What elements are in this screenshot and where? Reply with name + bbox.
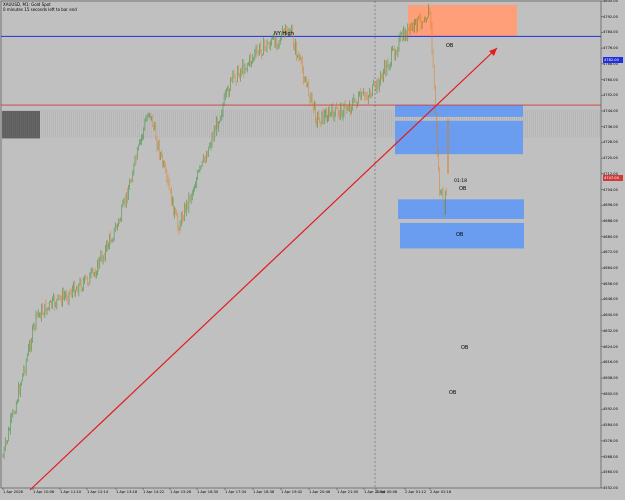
time-tick-label: 1 Apr 10:06 (33, 490, 55, 494)
price-tick-label: 4736.00 (603, 124, 618, 129)
price-tick-label: 4688.00 (603, 218, 618, 223)
price-tick-label: 4552.00 (603, 486, 618, 490)
time-tick-label: 1 Apr 17:34 (225, 490, 247, 494)
time-tick-label: 1 Apr 18:38 (253, 490, 275, 494)
demand-zone-3 (398, 199, 524, 219)
time-tick-label: 1 Apr 11:10 (60, 490, 82, 494)
time-tick-label: 1 Apr 12:14 (87, 490, 109, 494)
time-tick-label: 1 Apr 21:50 (337, 490, 359, 494)
level-label-block (2, 110, 40, 139)
price-tick-label: 4576.00 (603, 438, 618, 443)
price-tick-label: 4704.00 (603, 187, 618, 192)
price-tick-label: 4672.00 (603, 250, 618, 255)
price-tick-label: 4744.00 (603, 108, 618, 113)
time-tick-label: 1 Apr 14:22 (143, 490, 165, 494)
ob-label-demand-2: OB (456, 232, 464, 238)
time-tick-label: 1 Apr 20:46 (309, 490, 331, 494)
price-tick-label: 4800.00 (603, 0, 618, 3)
bar-timer-label: 0 minutes 15 seconds left to bar end (3, 7, 77, 12)
time-tick-label: 1 Apr 16:30 (197, 490, 219, 494)
ob-label-demand-3: OB (461, 345, 469, 351)
price-tick-label: 4728.00 (603, 140, 618, 145)
price-tick-label: 4696.00 (603, 203, 618, 208)
price-tick-label: 4664.00 (603, 266, 618, 271)
demand-zone-1 (395, 105, 523, 117)
time-tick-label: 2 Apr 02:16 (430, 490, 452, 494)
time-tick-label: 1 Apr 19:42 (281, 490, 303, 494)
price-tick-label: 4616.00 (603, 360, 618, 365)
price-tick-label: 4776.00 (603, 46, 618, 51)
ob-label-supply: OB (446, 43, 454, 49)
price-tick-label: 4792.00 (603, 14, 618, 19)
ob-label-demand-1: OB (459, 186, 467, 192)
price-tick-label: 4656.00 (603, 281, 618, 286)
red-line-price-tag: 4747.00 (603, 175, 623, 181)
price-tick-label: 4632.00 (603, 328, 618, 333)
price-tick-label: 4760.00 (603, 77, 618, 82)
blue-line-price-tag: 4782.00 (603, 57, 623, 63)
price-tick-label: 4720.00 (603, 156, 618, 161)
time-tick-label: 2 Apr 01:12 (405, 490, 427, 494)
price-tick-label: 4608.00 (603, 376, 618, 381)
price-tick-label: 4640.00 (603, 313, 618, 318)
ob-label-demand-4: OB (449, 390, 457, 396)
time-tick-label: 1 Apr 13:18 (116, 490, 138, 494)
countdown-label: 01:18 (454, 179, 467, 184)
time-tick-label: 2 Apr 00:08 (376, 490, 398, 494)
price-tick-label: 4560.00 (603, 470, 618, 475)
chart-canvas[interactable] (0, 0, 625, 500)
price-tick-label: 4784.00 (603, 30, 618, 35)
price-tick-label: 4680.00 (603, 234, 618, 239)
time-tick-label: 1 Apr 15:26 (170, 490, 192, 494)
time-tick-label: 1 Apr 2026 (3, 490, 23, 494)
price-tick-label: 4624.00 (603, 344, 618, 349)
price-tick-label: 4568.00 (603, 454, 618, 459)
ny-high-label: NY High (274, 31, 294, 37)
price-tick-label: 4752.00 (603, 93, 618, 98)
price-tick-label: 4600.00 (603, 391, 618, 396)
price-tick-label: 4584.00 (603, 423, 618, 428)
price-tick-label: 4592.00 (603, 407, 618, 412)
price-tick-label: 4648.00 (603, 297, 618, 302)
trading-chart[interactable]: XAUUSD, M1: Gold Spot 0 minutes 15 secon… (0, 0, 625, 500)
